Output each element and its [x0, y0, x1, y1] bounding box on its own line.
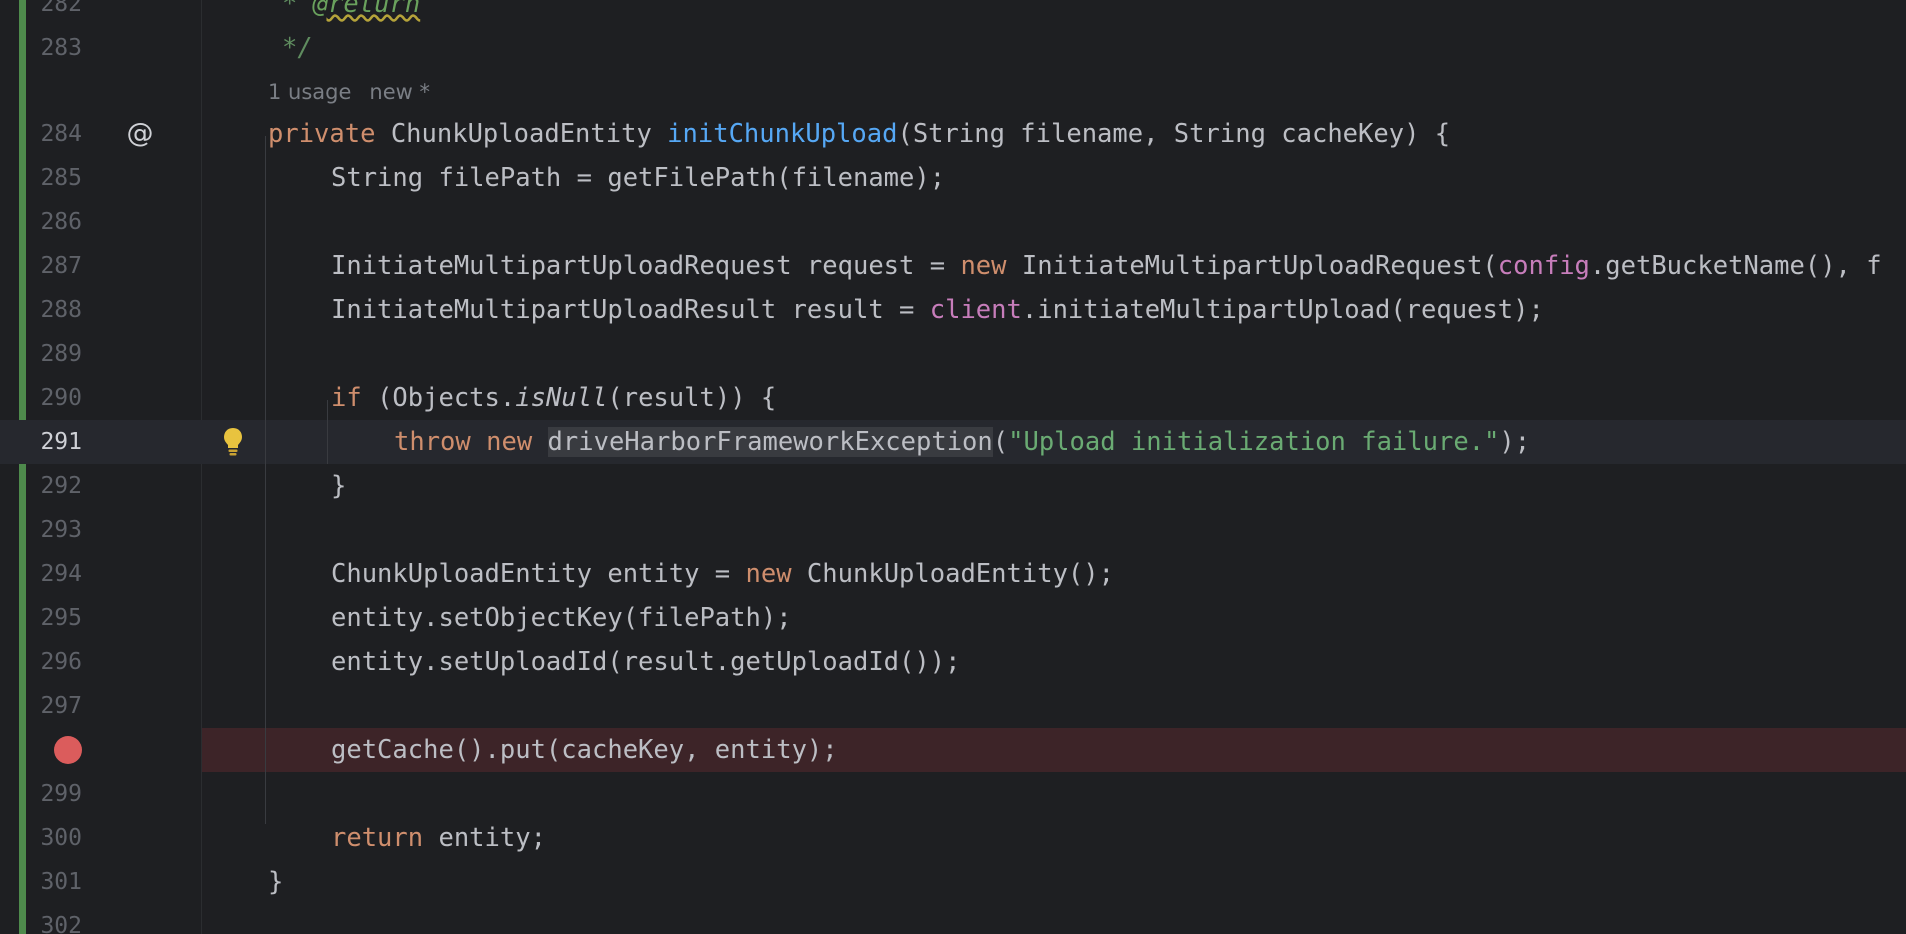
- code-line[interactable]: 286: [0, 200, 1906, 244]
- code-line[interactable]: 292 }: [0, 464, 1906, 508]
- code-editor[interactable]: 282 * @return 283 */ 1 usage new * 284 @ …: [0, 0, 1906, 934]
- code-line[interactable]: 296 entity.setUploadId(result.getUploadI…: [0, 640, 1906, 684]
- code-line[interactable]: 295 entity.setObjectKey(filePath);: [0, 596, 1906, 640]
- line-number: 302: [40, 913, 82, 934]
- line-number: 285: [40, 165, 82, 191]
- code-text: entity.setUploadId(result.getUploadId())…: [331, 647, 961, 677]
- code-line[interactable]: 294 ChunkUploadEntity entity = new Chunk…: [0, 552, 1906, 596]
- code-text: if (Objects.isNull(result)) {: [331, 383, 777, 413]
- code-vision-hints: 1 usage new *: [268, 70, 430, 114]
- line-number: 294: [40, 561, 82, 587]
- line-number: 297: [40, 693, 82, 719]
- code-line[interactable]: 288 InitiateMultipartUploadResult result…: [0, 288, 1906, 332]
- doc-tag: @return: [312, 0, 421, 19]
- unresolved-class-name: driveHarborFrameworkException: [547, 427, 993, 457]
- line-number: 288: [40, 297, 82, 323]
- code-line[interactable]: 284 @ private ChunkUploadEntity initChun…: [0, 112, 1906, 156]
- code-line-current[interactable]: 291 throw new driveHarborFrameworkExcept…: [0, 420, 1906, 464]
- code-text: throw new driveHarborFrameworkException(…: [394, 427, 1531, 457]
- line-number: 291: [40, 429, 82, 455]
- code-line[interactable]: 283 */: [0, 26, 1906, 70]
- line-number: 301: [40, 869, 82, 895]
- line-number: 299: [40, 781, 82, 807]
- code-line[interactable]: 287 InitiateMultipartUploadRequest reque…: [0, 244, 1906, 288]
- lightbulb-icon[interactable]: [222, 426, 244, 458]
- code-line[interactable]: 282 * @return: [0, 0, 1906, 26]
- line-number: 300: [40, 825, 82, 851]
- code-line[interactable]: 293: [0, 508, 1906, 552]
- line-number: 282: [40, 0, 82, 17]
- code-text: InitiateMultipartUploadResult result = c…: [331, 295, 1544, 325]
- line-number: 296: [40, 649, 82, 675]
- code-line[interactable]: 299: [0, 772, 1906, 816]
- code-text: getCache().put(cacheKey, entity);: [331, 735, 838, 765]
- code-line[interactable]: 290 if (Objects.isNull(result)) {: [0, 376, 1906, 420]
- line-number: 287: [40, 253, 82, 279]
- line-number: 290: [40, 385, 82, 411]
- line-number: 289: [40, 341, 82, 367]
- code-text: }: [331, 471, 347, 501]
- line-number: 286: [40, 209, 82, 235]
- line-number: 295: [40, 605, 82, 631]
- code-text: */: [282, 33, 313, 63]
- code-text: return entity;: [331, 823, 546, 853]
- line-number: 293: [40, 517, 82, 543]
- code-text: InitiateMultipartUploadRequest request =…: [331, 251, 1882, 281]
- code-text: }: [268, 867, 284, 897]
- code-text: ChunkUploadEntity entity = new ChunkUplo…: [331, 559, 1114, 589]
- code-text: String filePath = getFilePath(filename);: [331, 163, 946, 193]
- indent-guide: [327, 400, 328, 464]
- indent-guide: [265, 136, 266, 824]
- code-line[interactable]: 285 String filePath = getFilePath(filena…: [0, 156, 1906, 200]
- line-number: 284: [40, 121, 82, 147]
- inlay-hints-row: 1 usage new *: [0, 70, 1906, 114]
- breakpoint-icon[interactable]: [54, 736, 82, 764]
- code-line[interactable]: 297: [0, 684, 1906, 728]
- author-hint[interactable]: new *: [369, 80, 430, 104]
- code-text: private ChunkUploadEntity initChunkUploa…: [268, 119, 1451, 149]
- code-line[interactable]: 300 return entity;: [0, 816, 1906, 860]
- code-line[interactable]: 302: [0, 904, 1906, 934]
- line-number: 292: [40, 473, 82, 499]
- line-number: 283: [40, 35, 82, 61]
- code-text: * @return: [282, 0, 420, 26]
- code-line-breakpoint[interactable]: getCache().put(cacheKey, entity);: [0, 728, 1906, 772]
- code-line[interactable]: 289: [0, 332, 1906, 376]
- usages-hint[interactable]: 1 usage: [268, 80, 351, 104]
- code-text: entity.setObjectKey(filePath);: [331, 603, 792, 633]
- code-line[interactable]: 301 }: [0, 860, 1906, 904]
- at-sign-icon[interactable]: @: [126, 120, 154, 148]
